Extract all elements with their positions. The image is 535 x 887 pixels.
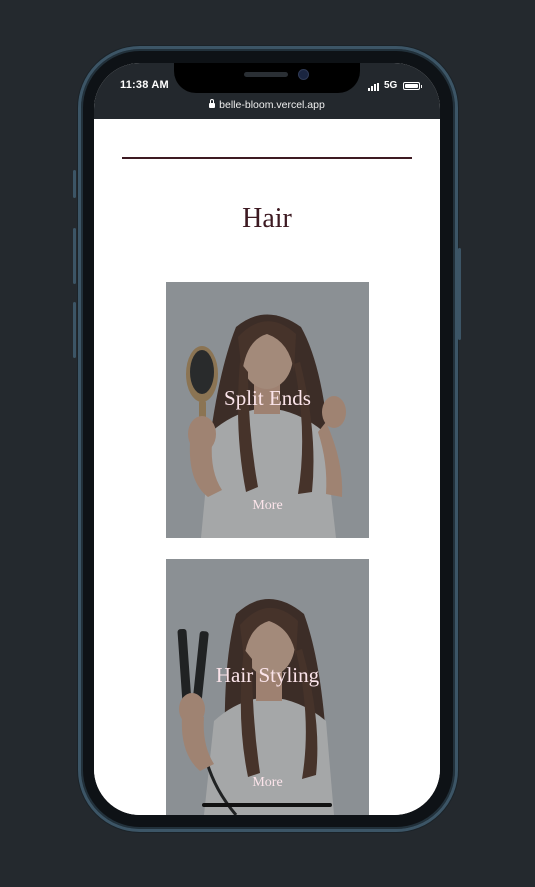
- volume-down-button: [73, 302, 76, 358]
- network-type: 5G: [384, 80, 398, 91]
- page-content: Hair Split Ends More Hair Styling More: [94, 119, 440, 815]
- notch: [174, 63, 360, 93]
- home-indicator[interactable]: [202, 803, 332, 807]
- card-hair-styling[interactable]: Hair Styling More: [166, 559, 369, 815]
- battery-icon: [403, 82, 422, 90]
- card-split-ends[interactable]: Split Ends More: [166, 282, 369, 538]
- status-bar: 11:38 AM 5G belle-bloom.vercel.app: [94, 63, 440, 119]
- header-divider: [122, 157, 412, 159]
- volume-up-button: [73, 228, 76, 284]
- page-title: Hair: [242, 203, 292, 234]
- phone-screen: 11:38 AM 5G belle-bloom.vercel.app Hair: [94, 63, 440, 815]
- lock-icon: [209, 99, 216, 108]
- front-camera: [298, 69, 309, 80]
- power-button: [458, 248, 461, 340]
- silent-switch: [73, 170, 76, 198]
- card-title: Hair Styling: [215, 663, 320, 687]
- card-title: Split Ends: [224, 386, 311, 410]
- more-link[interactable]: More: [166, 498, 369, 514]
- address-bar[interactable]: belle-bloom.vercel.app: [94, 99, 440, 111]
- status-time: 11:38 AM: [120, 79, 169, 91]
- more-link[interactable]: More: [166, 775, 369, 791]
- speaker-grille: [244, 72, 288, 77]
- signal-icon: [368, 83, 380, 91]
- url-text: belle-bloom.vercel.app: [219, 99, 325, 111]
